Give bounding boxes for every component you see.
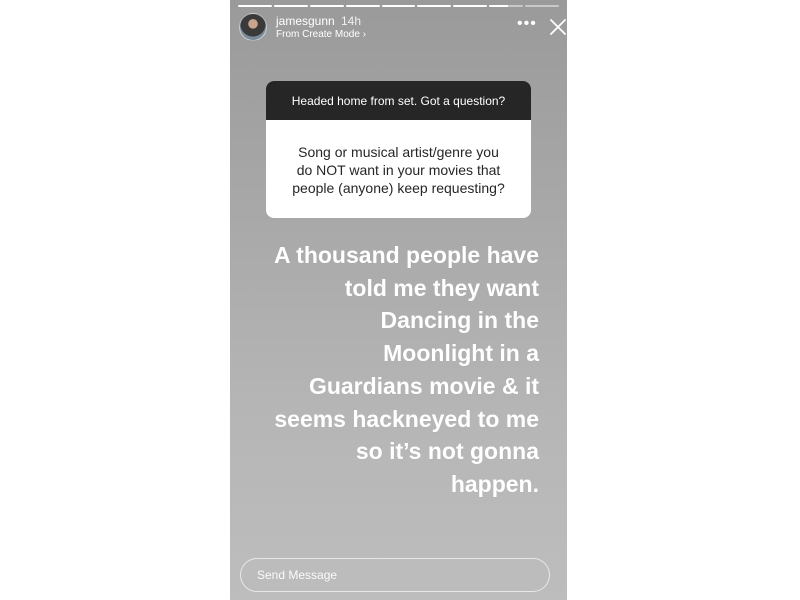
progress-segment	[525, 5, 560, 7]
progress-segment-fill	[273, 5, 308, 7]
avatar[interactable]	[239, 13, 267, 41]
answer-text: A thousand people have told me they want…	[274, 242, 539, 497]
username[interactable]: jamesgunn	[276, 14, 335, 28]
post-time: 14h	[341, 14, 362, 28]
create-mode-link[interactable]: From Create Mode ›	[276, 29, 366, 40]
progress-segment	[345, 5, 380, 7]
story-header: jamesgunn 14h From Create Mode › •••	[239, 13, 566, 43]
progress-segment-fill	[489, 5, 508, 7]
more-horizontal-icon[interactable]: •••	[517, 16, 537, 32]
progress-segment	[273, 5, 308, 7]
progress-segment	[417, 5, 452, 7]
send-message-input[interactable]: Send Message	[240, 558, 550, 592]
story-viewer[interactable]: jamesgunn 14h From Create Mode › ••• Hea…	[230, 0, 567, 600]
progress-segment-fill	[417, 5, 452, 7]
progress-segment	[309, 5, 344, 7]
question-sticker-header: Headed home from set. Got a question?	[266, 81, 531, 120]
progress-segment	[238, 5, 272, 7]
question-sticker: Headed home from set. Got a question? So…	[266, 81, 531, 218]
progress-segment-fill	[381, 5, 416, 7]
send-message-placeholder: Send Message	[257, 568, 338, 582]
progress-segment-fill	[238, 5, 272, 7]
progress-segment-fill	[345, 5, 380, 7]
question-text: Song or musical artist/genre you do NOT …	[292, 144, 505, 196]
progress-segment	[453, 5, 488, 7]
progress-segment-fill	[453, 5, 488, 7]
close-icon[interactable]	[548, 17, 567, 37]
progress-segment-fill	[309, 5, 344, 7]
progress-segment	[381, 5, 416, 7]
story-progress-bar	[238, 5, 560, 7]
progress-segment	[489, 5, 524, 7]
